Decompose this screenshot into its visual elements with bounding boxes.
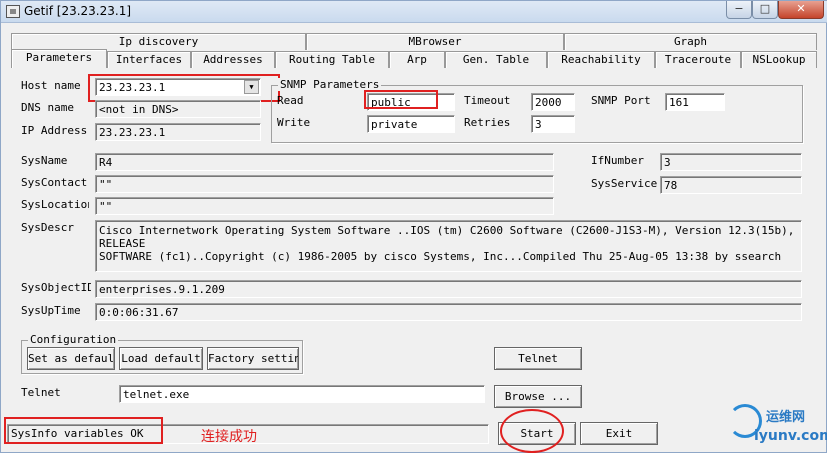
close-button[interactable]: ✕ [778,1,824,19]
tab-arp[interactable]: Arp [389,51,445,68]
browse-button[interactable]: Browse ... [494,385,582,408]
watermark-logo: 运维网 iyunv.com [724,400,827,450]
tab-gen-table[interactable]: Gen. Table [445,51,547,68]
sysservices-label: SysServices [591,177,657,190]
window-title: Getif [23.23.23.1] [24,4,132,18]
write-label: Write [277,116,311,129]
tab-reachability[interactable]: Reachability [547,51,655,68]
configuration-group-title: Configuration [28,333,119,346]
ifnumber-field: 3 [660,153,802,171]
syscontact-label: SysContact [21,176,88,189]
sysname-field: R4 [95,153,554,171]
getif-window: Getif [23.23.23.1] − □ ✕ Ip discovery MB… [0,0,827,453]
sysdescr-field: Cisco Internetwork Operating System Soft… [95,220,802,272]
ip-address-label: IP Address [21,124,88,137]
host-name-label: Host name [21,79,81,92]
dns-name-field: <not in DNS> [95,100,261,118]
retries-input[interactable]: 3 [531,115,575,133]
title-bar: Getif [23.23.23.1] − □ ✕ [1,1,827,23]
telnet-path-input[interactable]: telnet.exe [119,385,485,403]
tab-routing-table[interactable]: Routing Table [275,51,389,68]
watermark-bottom-text: iyunv.com [754,428,827,444]
syslocation-label: SysLocation [21,198,89,211]
exit-button[interactable]: Exit [580,422,658,445]
sysuptime-field: 0:0:06:31.67 [95,303,802,321]
watermark-top-text: 运维网 [766,410,806,425]
tab-mbrowser[interactable]: MBrowser [306,33,564,50]
maximize-button[interactable]: □ [752,1,778,19]
timeout-label: Timeout [464,94,511,107]
factory-setting-button[interactable]: Factory setting [207,347,299,370]
telnet-button[interactable]: Telnet [494,347,582,370]
host-name-highlight [88,74,280,102]
set-as-default-button[interactable]: Set as default [27,347,115,370]
load-default-button[interactable]: Load default [119,347,203,370]
status-highlight [4,417,163,444]
read-label: Read [277,94,304,107]
minimize-button[interactable]: − [726,1,752,19]
tab-parameters[interactable]: Parameters [11,49,107,68]
write-community-input[interactable]: private [367,115,455,133]
timeout-input[interactable]: 2000 [531,93,575,111]
sysname-label: SysName [21,154,68,167]
tab-nslookup[interactable]: NSLookup [741,51,817,68]
tab-traceroute[interactable]: Traceroute [655,51,741,68]
sysservices-field: 78 [660,176,802,194]
sysuptime-label: SysUpTime [21,304,81,317]
ifnumber-label: IfNumber [591,154,644,167]
tab-ip-discovery[interactable]: Ip discovery [11,33,306,50]
retries-label: Retries [464,116,511,129]
read-community-highlight [364,90,438,109]
success-annotation: 连接成功 [201,429,257,445]
sysdescr-label: SysDescr [21,221,74,234]
dns-name-label: DNS name [21,101,74,114]
tab-addresses[interactable]: Addresses [191,51,275,68]
sysobjectid-field: enterprises.9.1.209 [95,280,802,298]
ip-address-field: 23.23.23.1 [95,123,261,141]
syscontact-field: "" [95,175,554,193]
syslocation-field: "" [95,197,554,215]
tab-graph[interactable]: Graph [564,33,817,50]
snmp-port-label: SNMP Port [591,94,651,107]
start-highlight [500,409,564,453]
telnet-label: Telnet [21,386,61,399]
tab-interfaces[interactable]: Interfaces [107,51,191,68]
sysobjectid-label: SysObjectID [21,281,91,294]
app-icon [6,5,20,18]
snmp-port-input[interactable]: 161 [665,93,725,111]
